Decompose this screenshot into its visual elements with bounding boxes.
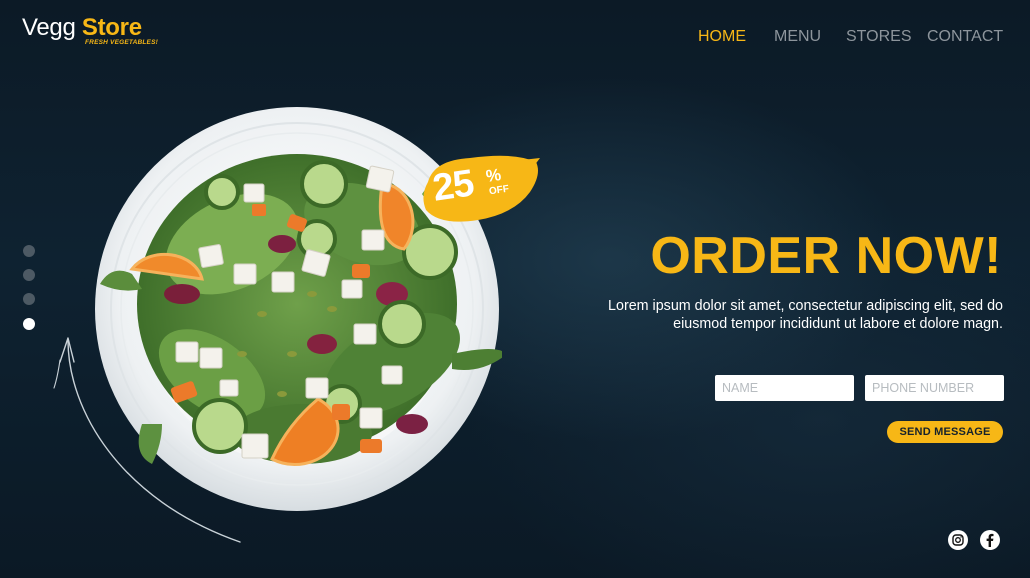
slider-dot-3[interactable] xyxy=(23,293,35,305)
nav-item-home[interactable]: HOME xyxy=(698,28,746,46)
hero-title: ORDER NOW! xyxy=(650,227,1002,285)
main-nav: HOME MENU STORES CONTACT xyxy=(0,28,1030,48)
name-input[interactable] xyxy=(715,375,854,401)
nav-item-contact[interactable]: CONTACT xyxy=(927,28,1003,46)
discount-badge: 25 % OFF xyxy=(418,152,542,228)
instagram-icon xyxy=(952,534,964,546)
phone-input[interactable] xyxy=(865,375,1004,401)
instagram-link[interactable] xyxy=(948,530,968,550)
slider-dot-2[interactable] xyxy=(23,269,35,281)
facebook-link[interactable] xyxy=(980,530,1000,550)
facebook-icon xyxy=(986,533,994,547)
hero-description: Lorem ipsum dolor sit amet, consectetur … xyxy=(608,298,1003,332)
slider-dot-4[interactable] xyxy=(23,318,35,330)
slider-dot-1[interactable] xyxy=(23,245,35,257)
discount-value: 25 xyxy=(430,162,476,210)
send-message-button[interactable]: SEND MESSAGE xyxy=(887,421,1003,443)
nav-item-menu[interactable]: MENU xyxy=(774,28,821,46)
discount-percent-sign: % xyxy=(484,165,503,186)
nav-item-stores[interactable]: STORES xyxy=(846,28,912,46)
